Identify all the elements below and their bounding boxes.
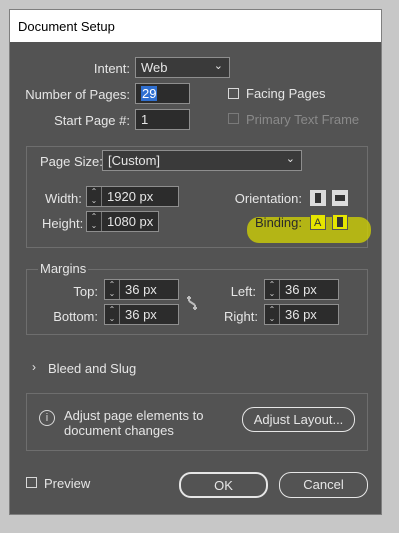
intent-label: Intent: bbox=[93, 61, 130, 76]
info-text-line1: Adjust page elements to bbox=[64, 408, 204, 423]
height-label: Height: bbox=[42, 216, 84, 231]
document-setup-dialog: Document Setup Intent: Web ⌄ Number of P… bbox=[9, 9, 382, 515]
primary-text-frame-checkbox bbox=[228, 113, 239, 124]
margin-left-stepper[interactable]: ⌃ ⌄ bbox=[265, 280, 280, 299]
portrait-orientation-icon[interactable] bbox=[310, 190, 326, 206]
margin-left-input[interactable]: ⌃ ⌄ 36 px bbox=[264, 279, 339, 300]
margin-bottom-value: 36 px bbox=[125, 307, 157, 322]
left-to-right-binding-icon[interactable]: A bbox=[310, 214, 326, 230]
svg-text:A: A bbox=[314, 217, 322, 229]
chevron-down-icon: ⌄ bbox=[213, 60, 223, 72]
width-input[interactable]: ⌃ ⌄ 1920 px bbox=[86, 186, 179, 207]
margin-right-input[interactable]: ⌃ ⌄ 36 px bbox=[264, 304, 339, 325]
page-size-value: [Custom] bbox=[108, 153, 161, 168]
chevron-right-icon[interactable]: › bbox=[32, 360, 36, 374]
chain-link-icon[interactable] bbox=[185, 294, 199, 312]
width-stepper[interactable]: ⌃ ⌄ bbox=[87, 187, 102, 206]
margin-left-label: Left: bbox=[230, 284, 256, 299]
page-size-label: Page Size: bbox=[40, 154, 103, 169]
preview-label: Preview bbox=[44, 476, 91, 491]
preview-checkbox[interactable] bbox=[26, 477, 37, 488]
margin-top-label: Top: bbox=[73, 284, 98, 299]
ok-button[interactable]: OK bbox=[179, 472, 268, 498]
title-bar: Document Setup bbox=[10, 10, 381, 42]
info-icon: i bbox=[39, 410, 55, 426]
orientation-label: Orientation: bbox=[234, 191, 302, 206]
margin-right-value: 36 px bbox=[285, 307, 317, 322]
number-of-pages-label: Number of Pages: bbox=[25, 87, 130, 102]
chevron-down-icon: ⌄ bbox=[285, 153, 295, 165]
margin-top-stepper[interactable]: ⌃ ⌄ bbox=[105, 280, 120, 299]
margin-bottom-stepper[interactable]: ⌃ ⌄ bbox=[105, 305, 120, 324]
margin-bottom-label: Bottom: bbox=[53, 309, 98, 324]
margin-left-value: 36 px bbox=[285, 282, 317, 297]
height-input[interactable]: ⌃ ⌄ 1080 px bbox=[86, 211, 159, 232]
bleed-and-slug-toggle[interactable]: Bleed and Slug bbox=[48, 361, 136, 376]
height-value: 1080 px bbox=[107, 214, 154, 229]
intent-value: Web bbox=[141, 60, 168, 75]
facing-pages-checkbox[interactable] bbox=[228, 88, 239, 99]
margin-top-value: 36 px bbox=[125, 282, 157, 297]
number-of-pages-value: 29 bbox=[141, 86, 158, 101]
margin-bottom-input[interactable]: ⌃ ⌄ 36 px bbox=[104, 304, 179, 325]
margin-right-stepper[interactable]: ⌃ ⌄ bbox=[265, 305, 280, 324]
start-page-input[interactable]: 1 bbox=[135, 109, 190, 130]
dialog-title: Document Setup bbox=[18, 19, 115, 34]
adjust-layout-button[interactable]: Adjust Layout... bbox=[242, 407, 355, 432]
cancel-button[interactable]: Cancel bbox=[279, 472, 368, 498]
width-value: 1920 px bbox=[107, 189, 154, 204]
width-label: Width: bbox=[45, 191, 82, 206]
intent-select[interactable]: Web ⌄ bbox=[135, 57, 230, 78]
start-page-value: 1 bbox=[141, 112, 149, 127]
info-text-line2: document changes bbox=[64, 423, 174, 438]
number-of-pages-input[interactable]: 29 bbox=[135, 83, 190, 104]
primary-text-frame-label: Primary Text Frame bbox=[246, 112, 360, 127]
landscape-orientation-icon[interactable] bbox=[332, 190, 348, 206]
height-stepper[interactable]: ⌃ ⌄ bbox=[87, 212, 102, 231]
margins-label: Margins bbox=[38, 261, 89, 276]
binding-label: Binding: bbox=[255, 215, 302, 230]
facing-pages-label: Facing Pages bbox=[246, 86, 326, 101]
page-size-select[interactable]: [Custom] ⌄ bbox=[102, 150, 302, 171]
right-to-left-binding-icon[interactable] bbox=[332, 214, 348, 230]
start-page-label: Start Page #: bbox=[54, 113, 130, 128]
margin-right-label: Right: bbox=[224, 309, 258, 324]
margin-top-input[interactable]: ⌃ ⌄ 36 px bbox=[104, 279, 179, 300]
